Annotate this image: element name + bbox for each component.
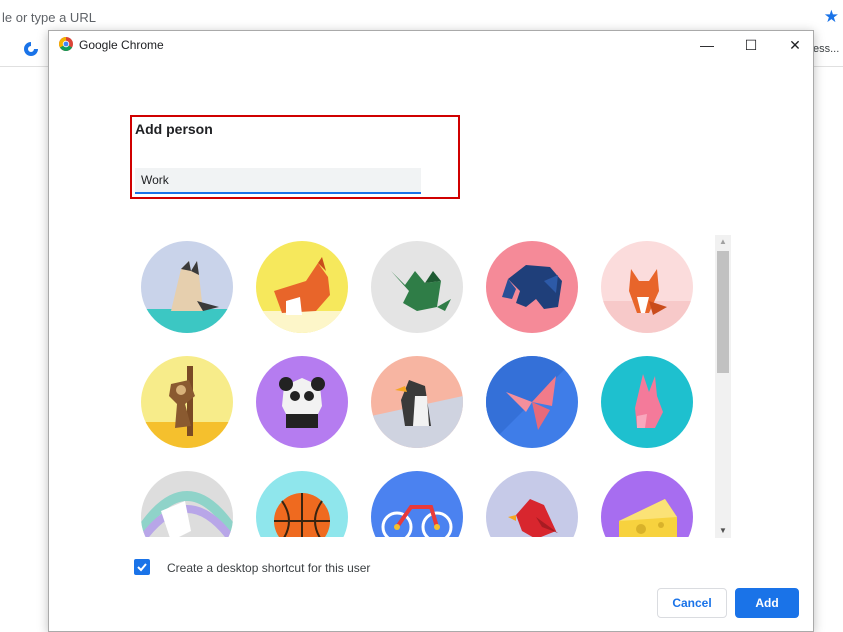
omnibox-text[interactable]: le or type a URL [2, 10, 96, 25]
add-button[interactable]: Add [735, 588, 799, 618]
avatar-origami-elephant[interactable] [486, 241, 578, 333]
avatar-origami-panda[interactable] [256, 356, 348, 448]
desktop-shortcut-label: Create a desktop shortcut for this user [167, 561, 371, 575]
avatar-scrollbar[interactable]: ▲ ▼ [715, 235, 731, 538]
scroll-thumb[interactable] [717, 251, 729, 373]
scroll-up-arrow-icon[interactable]: ▲ [715, 235, 731, 249]
background-omnibox: le or type a URL ★ [0, 0, 843, 34]
avatar-cheese[interactable] [601, 471, 693, 537]
avatar-bird[interactable] [486, 471, 578, 537]
dialog-titlebar: Google Chrome — ☐ ✕ [49, 31, 813, 59]
desktop-shortcut-checkbox[interactable] [134, 559, 150, 575]
page-title: Add person [135, 121, 213, 137]
avatar-origami-corgi[interactable] [256, 241, 348, 333]
minimize-button[interactable]: — [685, 31, 729, 59]
person-name-input[interactable] [135, 168, 421, 194]
close-button[interactable]: ✕ [773, 31, 817, 59]
window-title: Google Chrome [79, 38, 164, 52]
scroll-down-arrow-icon[interactable]: ▼ [715, 524, 731, 538]
checkmark-icon [137, 563, 147, 572]
avatar-origami-dragon[interactable] [371, 241, 463, 333]
bookmark-favicon-icon[interactable] [22, 40, 40, 58]
avatar-origami-rabbit[interactable] [601, 356, 693, 448]
avatar-grid [141, 241, 701, 537]
avatar-origami-monkey[interactable] [141, 356, 233, 448]
maximize-button[interactable]: ☐ [729, 31, 773, 59]
avatar-origami-penguin[interactable] [371, 356, 463, 448]
add-person-dialog: Google Chrome — ☐ ✕ Add person Work ▲ ▼ … [48, 30, 814, 632]
avatar-origami-fox[interactable] [601, 241, 693, 333]
avatar-origami-cat[interactable] [141, 241, 233, 333]
avatar-bicycle[interactable] [371, 471, 463, 537]
avatar-origami-butterfly[interactable] [486, 356, 578, 448]
cancel-button[interactable]: Cancel [657, 588, 727, 618]
avatar-origami-unicorn[interactable] [141, 471, 233, 537]
chrome-logo-icon [59, 37, 73, 51]
avatar-basketball[interactable] [256, 471, 348, 537]
bookmark-star-icon[interactable]: ★ [824, 7, 839, 27]
